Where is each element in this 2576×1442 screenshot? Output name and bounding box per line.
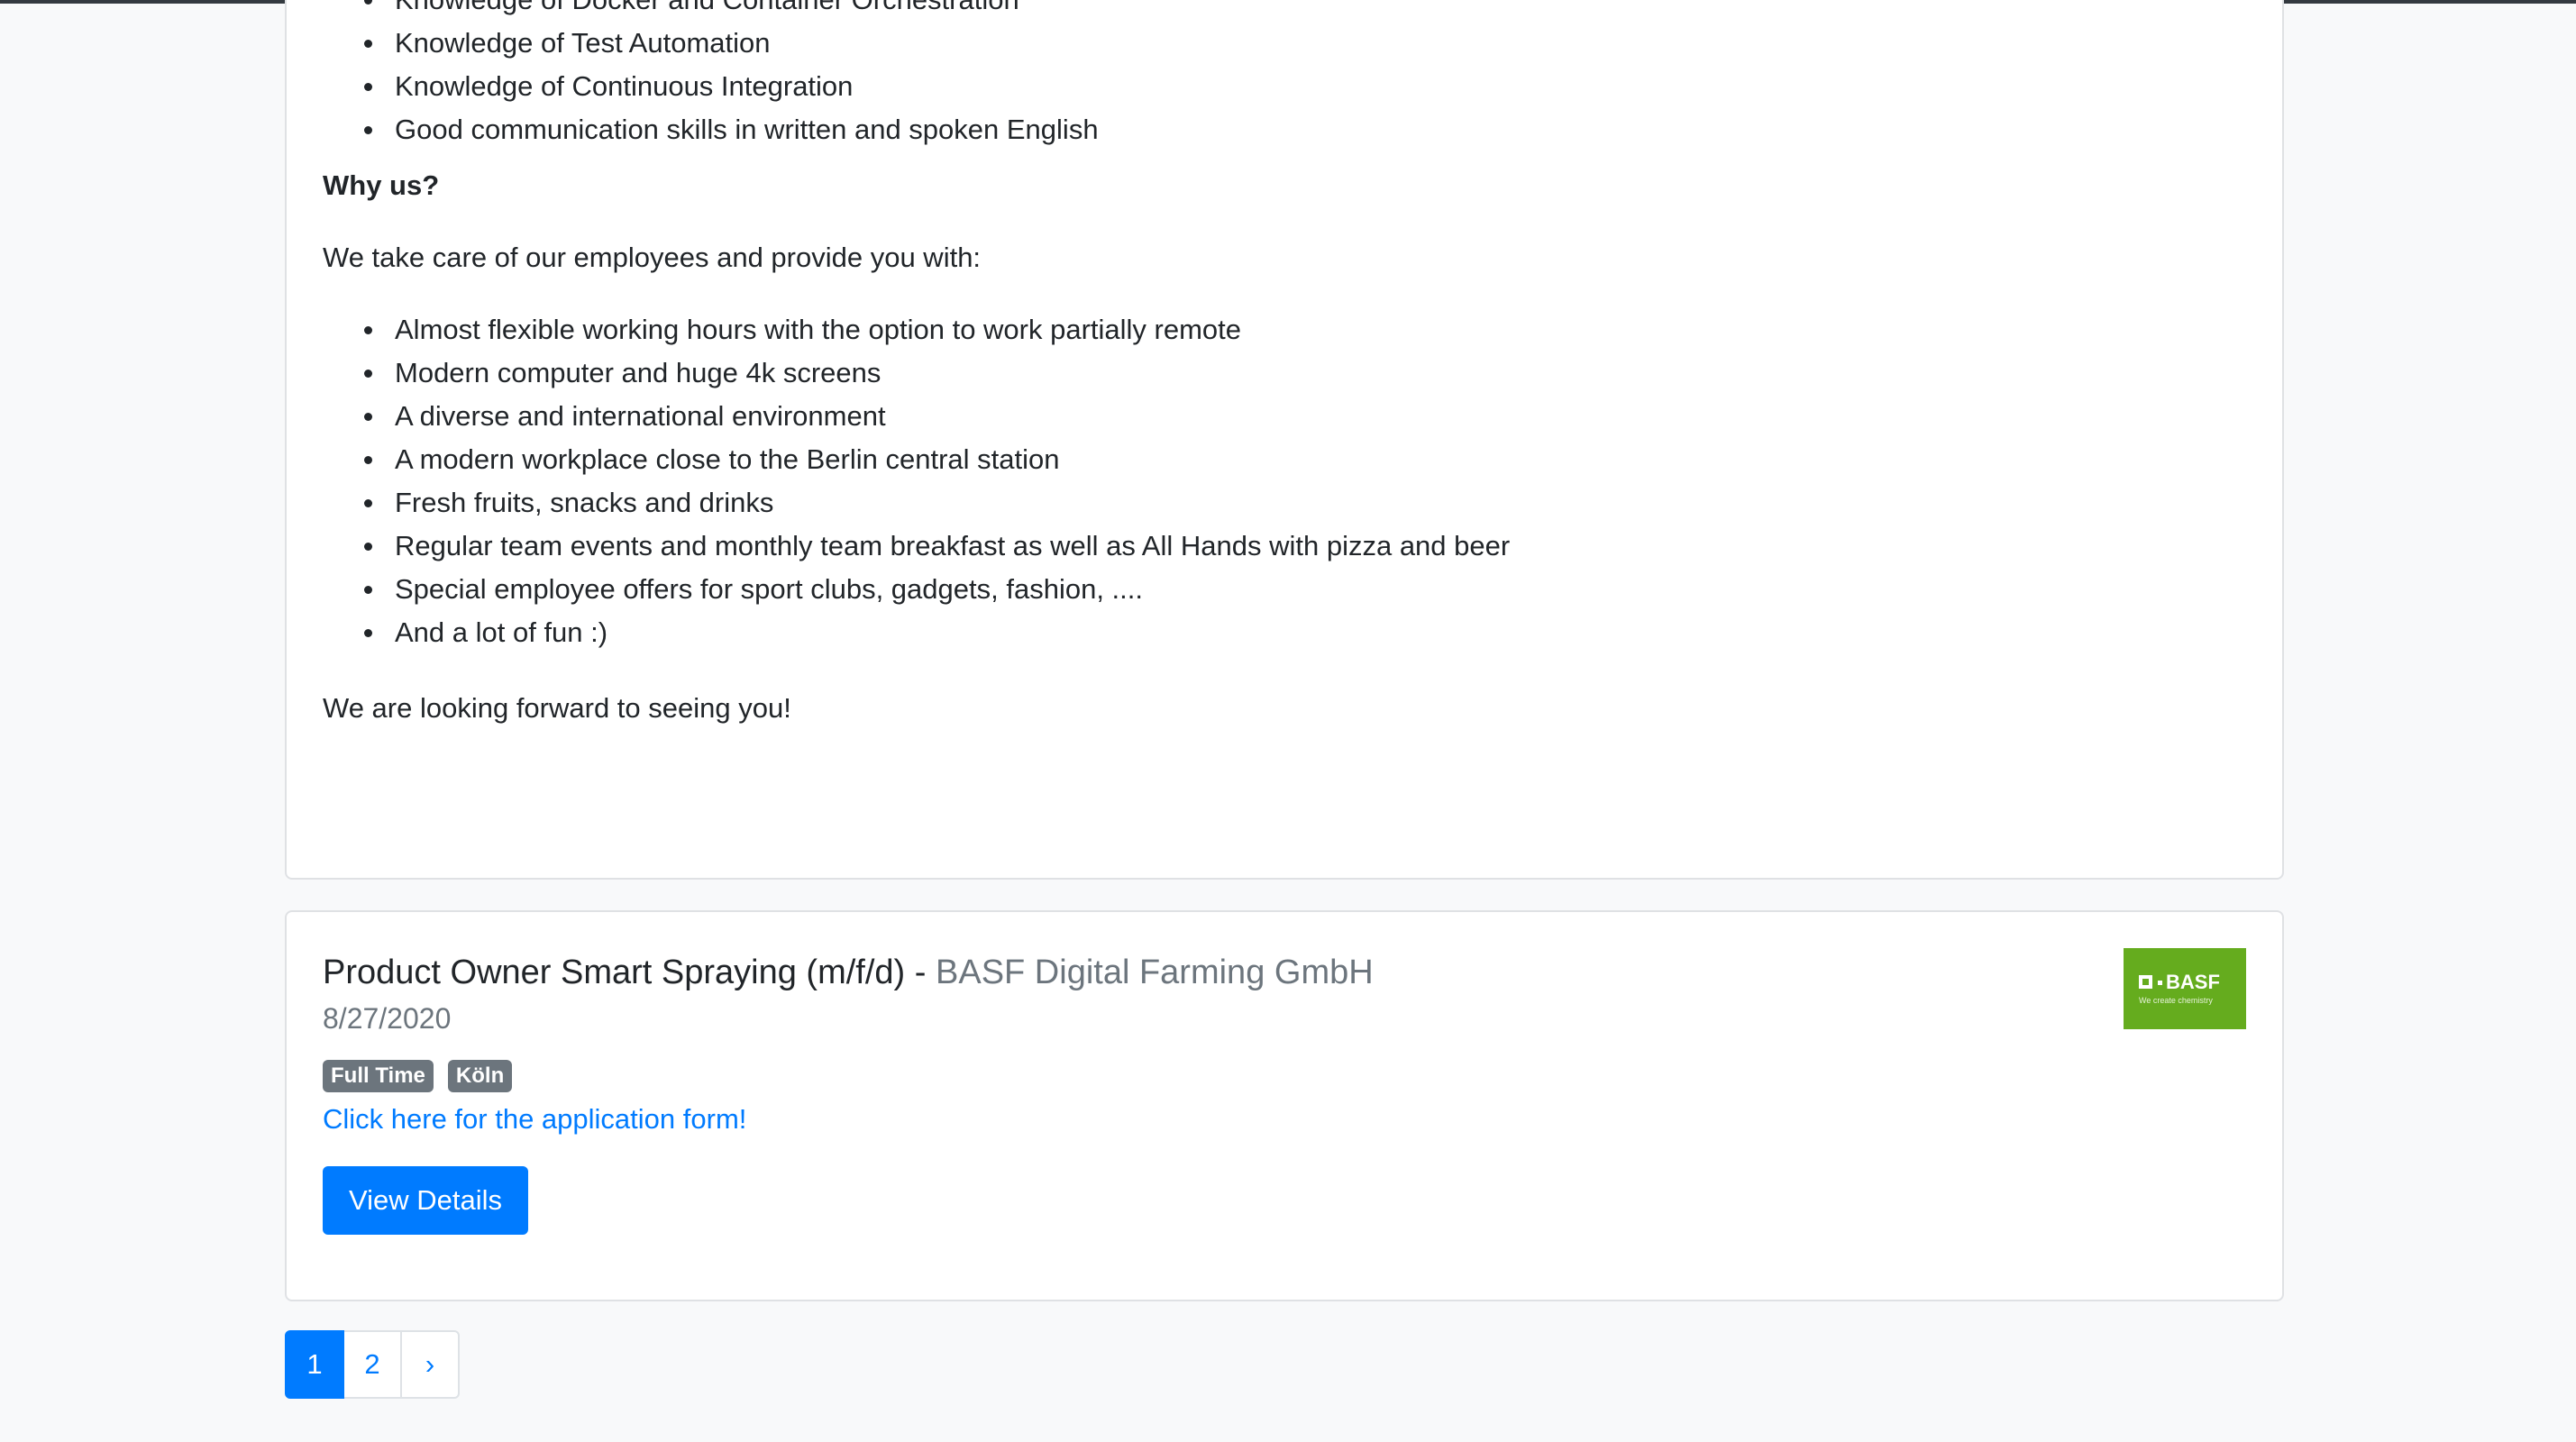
posting-date: 8/27/2020	[323, 1002, 452, 1035]
benefits-intro: We take care of our employees and provid…	[323, 242, 982, 273]
next-page-button[interactable]: ›	[400, 1330, 460, 1399]
application-form-link[interactable]: Click here for the application form!	[323, 1098, 746, 1141]
list-item: Knowledge of Test Automation	[323, 22, 1099, 65]
logo-wordmark: BASF	[2166, 971, 2220, 993]
benefits-list: Almost flexible working hours with the o…	[323, 308, 1510, 654]
job-title: Product Owner Smart Spraying (m/f/d)	[323, 954, 906, 991]
page-link-2[interactable]: 2	[343, 1330, 402, 1399]
why-us-heading: Why us?	[323, 169, 440, 201]
location-badge: Köln	[447, 1060, 513, 1092]
list-item: Knowledge of Continuous Integration	[323, 65, 1099, 108]
list-item: A diverse and international environment	[323, 395, 1510, 438]
page-link-1[interactable]: 1	[285, 1330, 344, 1399]
company-name: BASF Digital Farming GmbH	[936, 954, 1374, 991]
list-item: Special employee offers for sport clubs,…	[323, 568, 1510, 611]
pagination: 1 2 ›	[285, 1330, 460, 1399]
skills-list: Knowledge of Docker and Container Orches…	[323, 0, 1099, 151]
list-item: Knowledge of Docker and Container Orches…	[323, 0, 1099, 22]
title-separator: -	[905, 954, 936, 991]
job-badges: Full Time Köln	[323, 1060, 513, 1092]
list-item: Modern computer and huge 4k screens	[323, 351, 1510, 395]
company-logo: BASF We create chemistry	[2124, 948, 2246, 1029]
job-heading: Product Owner Smart Spraying (m/f/d) - B…	[323, 950, 1374, 995]
view-details-button[interactable]: View Details	[323, 1166, 528, 1235]
list-item: A modern workplace close to the Berlin c…	[323, 438, 1510, 481]
basf-square-icon	[2139, 975, 2152, 989]
job-card-body: Product Owner Smart Spraying (m/f/d) - B…	[323, 912, 2246, 1300]
closing-text: We are looking forward to seeing you!	[323, 692, 791, 724]
list-item: Almost flexible working hours with the o…	[323, 308, 1510, 351]
employment-type-badge: Full Time	[323, 1060, 434, 1092]
list-item: Regular team events and monthly team bre…	[323, 525, 1510, 568]
logo-tagline: We create chemistry	[2139, 996, 2213, 1005]
job-description-card: Knowledge of Docker and Container Orches…	[285, 0, 2284, 880]
list-item: Good communication skills in written and…	[323, 108, 1099, 151]
job-description-body: Knowledge of Docker and Container Orches…	[323, 0, 2246, 878]
list-item: Fresh fruits, snacks and drinks	[323, 481, 1510, 525]
basf-dot-icon	[2158, 981, 2162, 985]
list-item: And a lot of fun :)	[323, 611, 1510, 654]
job-card: Product Owner Smart Spraying (m/f/d) - B…	[285, 910, 2284, 1301]
